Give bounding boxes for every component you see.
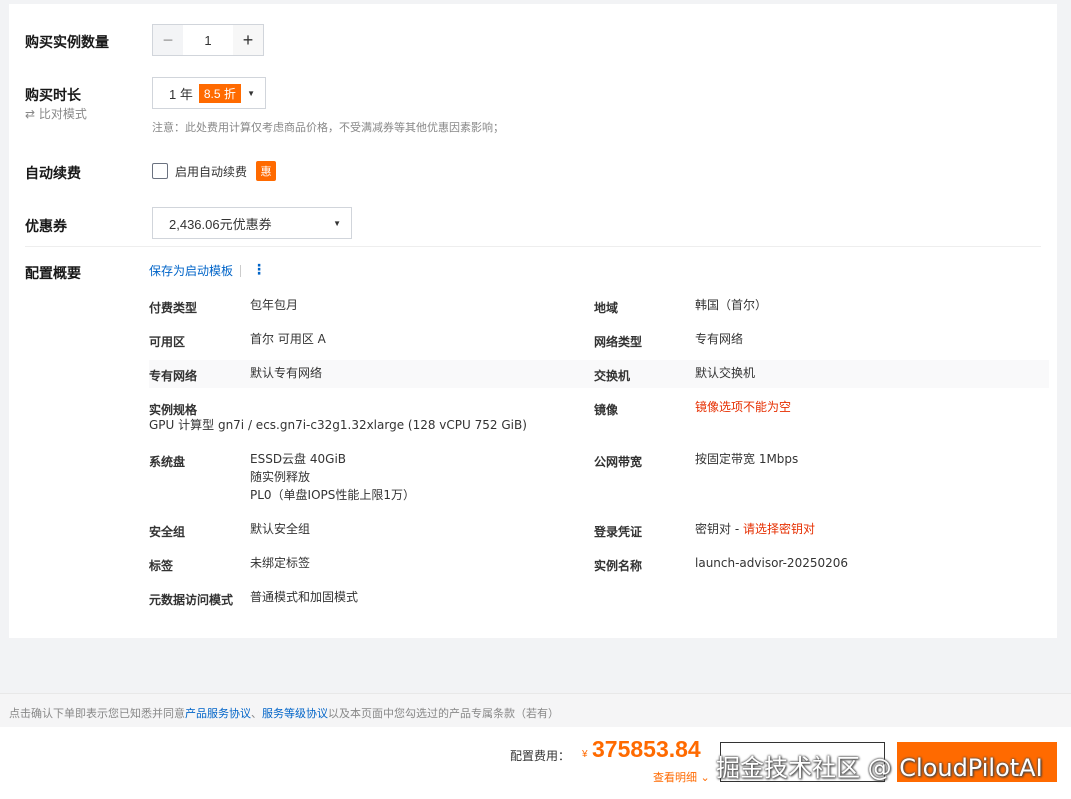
vswitch-value: 默认交换机 — [695, 366, 756, 380]
bandwidth-key: 公网带宽 — [594, 455, 643, 469]
promo-badge: 惠 — [256, 161, 276, 181]
tag-value: 未绑定标签 — [250, 556, 311, 570]
chevron-down-icon: ▼ — [247, 88, 255, 98]
watermark: 掘金技术社区 @ CloudPilotAI — [716, 754, 1043, 782]
coupon-value: 2,436.06元优惠券 — [169, 216, 272, 232]
metadata-key: 元数据访问模式 — [149, 593, 234, 607]
network-type-key: 网络类型 — [594, 335, 643, 349]
vswitch-key: 交换机 — [594, 369, 631, 383]
login-value-prefix: 密钥对 - — [695, 522, 743, 536]
duration-label: 购买时长 — [25, 88, 81, 104]
service-agreement-link[interactable]: 产品服务协议 — [185, 707, 251, 720]
agreement-text: 点击确认下单即表示您已知悉并同意产品服务协议、服务等级协议以及本页面中您勾选过的… — [9, 705, 559, 721]
login-key: 登录凭证 — [594, 525, 643, 539]
currency-symbol: ¥ — [582, 749, 588, 760]
minus-button[interactable]: − — [153, 25, 183, 55]
disk-value-type: ESSD云盘 40GiB — [250, 452, 347, 466]
plus-button[interactable]: + — [233, 25, 263, 55]
vpc-key: 专有网络 — [149, 369, 198, 383]
compare-mode-text: 比对模式 — [38, 107, 87, 121]
instance-name-value: launch-advisor-20250206 — [695, 556, 849, 570]
view-details-link[interactable]: 查看明细 ⌄ — [653, 769, 710, 785]
metadata-value: 普通模式和加固模式 — [250, 590, 359, 604]
auto-renew-checkbox-label[interactable]: 启用自动续费 — [175, 163, 247, 180]
fee-label: 配置费用： — [510, 749, 571, 763]
price-value: 375853.84 — [592, 736, 701, 762]
region-value: 韩国（首尔） — [695, 298, 768, 312]
billing-type-value: 包年包月 — [250, 298, 299, 312]
agreement-prefix: 点击确认下单即表示您已知悉并同意 — [9, 707, 185, 720]
instance-count-label: 购买实例数量 — [25, 35, 109, 51]
agreement-sep: 、 — [251, 707, 262, 720]
auto-renew-label: 自动续费 — [25, 166, 81, 182]
coupon-label: 优惠券 — [25, 219, 67, 235]
duration-value: 1 年 — [169, 86, 193, 102]
swap-icon: ⇄ — [25, 107, 36, 121]
summary-title: 配置概要 — [25, 266, 81, 282]
select-keypair-link[interactable]: 请选择密钥对 — [743, 522, 815, 536]
save-template-link[interactable]: 保存为启动模板 — [149, 262, 233, 279]
spec-value: GPU 计算型 gn7i / ecs.gn7i-c32g1.32xlarge (… — [149, 418, 527, 432]
billing-type-key: 付费类型 — [149, 301, 198, 315]
security-group-key: 安全组 — [149, 525, 186, 539]
zone-value: 首尔 可用区 A — [250, 332, 326, 346]
image-key: 镜像 — [594, 403, 619, 417]
more-icon[interactable]: ⋮ — [252, 261, 266, 278]
security-group-value: 默认安全组 — [250, 522, 311, 536]
bandwidth-value: 按固定带宽 1Mbps — [695, 452, 799, 466]
disk-key: 系统盘 — [149, 455, 186, 469]
vpc-value: 默认专有网络 — [250, 366, 323, 380]
chevron-down-icon: ▼ — [333, 218, 341, 228]
coupon-select[interactable]: 2,436.06元优惠券 ▼ — [152, 207, 352, 239]
compare-mode-link[interactable]: ⇄ 比对模式 — [25, 105, 87, 122]
region-key: 地域 — [594, 301, 619, 315]
disk-value-release: 随实例释放 — [250, 470, 311, 484]
auto-renew-checkbox[interactable] — [152, 163, 168, 179]
config-card: 购买实例数量 − 1 + 购买时长 ⇄ 比对模式 1 年 8.5 折 ▼ 注意：… — [9, 4, 1057, 638]
divider — [25, 246, 1041, 247]
duration-note: 注意：此处费用计算仅考虑商品价格，不受满减券等其他优惠因素影响； — [152, 121, 504, 134]
instance-count-stepper: − 1 + — [152, 24, 264, 56]
discount-badge: 8.5 折 — [198, 83, 241, 103]
duration-select[interactable]: 1 年 8.5 折 ▼ — [152, 77, 266, 109]
network-type-value: 专有网络 — [695, 332, 744, 346]
sla-link[interactable]: 服务等级协议 — [262, 707, 328, 720]
agreement-suffix: 以及本页面中您勾选过的产品专属条款（若有） — [328, 707, 559, 720]
separator — [240, 265, 241, 277]
agreement-bar: 点击确认下单即表示您已知悉并同意产品服务协议、服务等级协议以及本页面中您勾选过的… — [0, 693, 1071, 727]
tag-key: 标签 — [149, 559, 174, 573]
login-value: 密钥对 - 请选择密钥对 — [695, 520, 815, 538]
instance-count-value[interactable]: 1 — [183, 33, 233, 48]
image-value: 镜像选项不能为空 — [695, 400, 792, 414]
disk-value-perf: PL0（单盘IOPS性能上限1万） — [250, 488, 416, 502]
instance-name-key: 实例名称 — [594, 559, 643, 573]
zone-key: 可用区 — [149, 335, 186, 349]
